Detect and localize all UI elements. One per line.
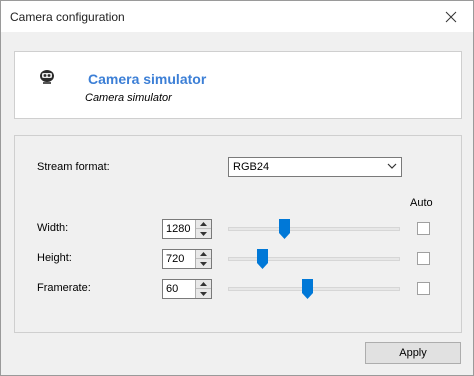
height-decrement-button[interactable]: [196, 259, 211, 268]
framerate-label: Framerate:: [37, 282, 91, 294]
window-title: Camera configuration: [10, 10, 125, 24]
stream-format-label: Stream format:: [37, 161, 110, 173]
stream-format-select[interactable]: RGB24: [228, 157, 402, 177]
chevron-down-icon: [387, 163, 397, 169]
height-label: Height:: [37, 252, 72, 264]
height-spinbox[interactable]: 720: [162, 249, 212, 269]
width-slider-thumb[interactable]: [279, 219, 291, 239]
arrow-up-icon: [200, 252, 207, 256]
camera-config-dialog: Camera configuration Camera simulator Ca…: [0, 0, 474, 376]
arrow-down-icon: [200, 261, 207, 266]
webcam-icon: [40, 70, 54, 84]
width-slider-track[interactable]: [228, 227, 400, 231]
framerate-auto-checkbox[interactable]: [417, 282, 430, 295]
close-button[interactable]: [429, 1, 473, 32]
arrow-up-icon: [200, 282, 207, 286]
apply-button[interactable]: Apply: [365, 342, 461, 364]
close-icon: [445, 11, 457, 22]
width-increment-button[interactable]: [196, 220, 211, 229]
framerate-slider-thumb[interactable]: [301, 279, 313, 299]
height-auto-checkbox[interactable]: [417, 252, 430, 265]
framerate-spinbox[interactable]: 60: [162, 279, 212, 299]
width-auto-checkbox[interactable]: [417, 222, 430, 235]
height-slider-thumb[interactable]: [256, 249, 268, 269]
stream-format-value: RGB24: [233, 161, 270, 173]
arrow-down-icon: [200, 291, 207, 296]
framerate-decrement-button[interactable]: [196, 289, 211, 298]
device-name: Camera simulator: [88, 71, 207, 87]
width-label: Width:: [37, 222, 69, 234]
arrow-down-icon: [200, 231, 207, 236]
width-spinbox[interactable]: 1280: [162, 219, 212, 239]
height-value: 720: [166, 253, 185, 265]
settings-panel: Stream format: RGB24 Auto Width: 1280 He…: [14, 135, 462, 333]
height-slider-track[interactable]: [228, 257, 400, 261]
auto-label: Auto: [410, 197, 433, 209]
framerate-increment-button[interactable]: [196, 280, 211, 289]
arrow-up-icon: [200, 222, 207, 226]
device-subtitle: Camera simulator: [85, 92, 172, 104]
height-increment-button[interactable]: [196, 250, 211, 259]
framerate-value: 60: [166, 283, 179, 295]
device-header: Camera simulator Camera simulator: [14, 51, 462, 119]
width-decrement-button[interactable]: [196, 229, 211, 238]
framerate-slider-track[interactable]: [228, 287, 400, 291]
title-bar: Camera configuration: [1, 1, 473, 32]
width-value: 1280: [166, 223, 191, 235]
